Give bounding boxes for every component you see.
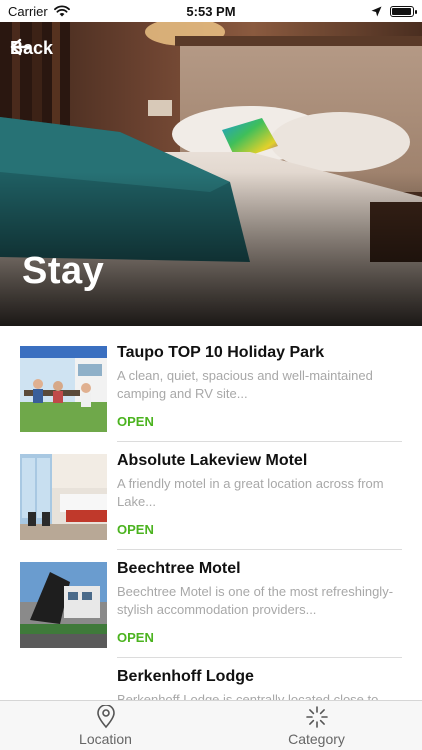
list-item[interactable]: Absolute Lakeview Motel A friendly motel…	[20, 434, 402, 550]
tab-label: Location	[79, 730, 132, 747]
listing-thumbnail	[20, 346, 107, 432]
tab-category[interactable]: Category	[211, 701, 422, 750]
listing-thumbnail	[20, 562, 107, 648]
listing-title: Absolute Lakeview Motel	[117, 452, 308, 469]
listing-description: Beechtree Motel is one of the most refre…	[117, 584, 394, 617]
listing-description: Berkenhoff Lodge is centrally located cl…	[117, 692, 390, 700]
listings-list: Taupo TOP 10 Holiday Park A clean, quiet…	[0, 326, 422, 700]
tab-label: Category	[288, 730, 345, 747]
back-arrow-icon	[10, 38, 30, 56]
listing-description: A friendly motel in a great location acr…	[117, 476, 384, 509]
map-pin-icon	[96, 704, 115, 728]
listing-title: Beechtree Motel	[117, 560, 241, 577]
listing-description: A clean, quiet, spacious and well-mainta…	[117, 368, 373, 401]
list-item[interactable]: Beechtree Motel Beechtree Motel is one o…	[20, 542, 402, 658]
hero-banner: Back Stay	[0, 22, 422, 326]
list-item[interactable]: Taupo TOP 10 Holiday Park A clean, quiet…	[20, 326, 402, 442]
tab-location[interactable]: Location	[0, 701, 211, 750]
tab-bar: Location Category	[0, 700, 422, 750]
battery-icon	[390, 5, 417, 17]
page-title: Stay	[22, 250, 105, 292]
status-badge: OPEN	[117, 522, 154, 537]
status-badge: OPEN	[117, 414, 154, 429]
list-item[interactable]: Berkenhoff Lodge Berkenhoff Lodge is cen…	[20, 650, 402, 700]
listing-title: Berkenhoff Lodge	[117, 668, 254, 685]
listing-title: Taupo TOP 10 Holiday Park	[117, 344, 325, 361]
status-time: 5:53 PM	[186, 3, 236, 19]
status-bar: Carrier 5:53 PM	[0, 0, 422, 22]
back-button[interactable]: Back	[10, 38, 53, 59]
loading-spinner-icon	[305, 705, 328, 728]
listing-thumbnail	[20, 454, 107, 540]
status-badge: OPEN	[117, 630, 154, 645]
battery-level	[392, 7, 411, 15]
